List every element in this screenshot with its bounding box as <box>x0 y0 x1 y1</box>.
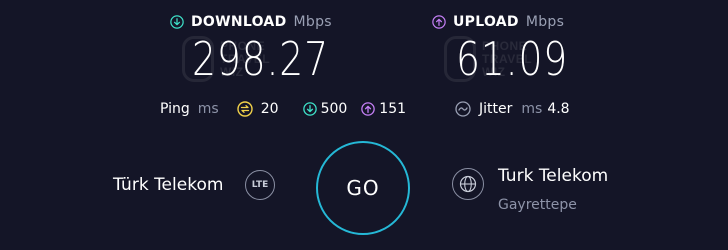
ping-idle-value: 20 <box>260 101 279 117</box>
jitter-unit: ms <box>521 101 543 117</box>
jitter-icon <box>455 101 471 117</box>
arrow-up-circle-icon <box>432 15 446 29</box>
go-button[interactable]: GO <box>316 141 410 235</box>
arrow-down-circle-icon <box>170 15 184 29</box>
ping-upload-icon <box>361 102 376 116</box>
download-header: DOWNLOAD Mbps <box>170 14 332 30</box>
globe-icon[interactable] <box>452 168 484 200</box>
upload-unit: Mbps <box>525 14 565 30</box>
download-speed-value: 298.27 <box>192 32 329 86</box>
connection-type-badge: LTE <box>245 170 275 200</box>
upload-header: UPLOAD Mbps <box>432 14 564 30</box>
upload-speed-value: 61.09 <box>456 32 569 86</box>
ping-unit: ms <box>197 101 219 117</box>
jitter-stats: Jitter ms 4.8 <box>455 101 570 117</box>
ping-download-icon <box>302 102 317 116</box>
isp-name: Türk Telekom <box>113 175 224 195</box>
ping-stats: Ping ms 20 500 151 <box>160 101 406 117</box>
ping-upload-value: 151 <box>379 101 407 117</box>
server-location[interactable]: Gayrettepe <box>498 197 577 213</box>
ping-download-value: 500 <box>320 101 348 117</box>
download-unit: Mbps <box>293 14 332 30</box>
idle-ping-icon <box>237 101 253 117</box>
server-name[interactable]: Turk Telekom <box>498 166 608 186</box>
jitter-value: 4.8 <box>547 101 570 117</box>
ping-label: Ping <box>160 101 190 117</box>
jitter-label: Jitter <box>479 101 513 117</box>
upload-label: UPLOAD <box>453 14 519 30</box>
download-label: DOWNLOAD <box>191 14 287 30</box>
